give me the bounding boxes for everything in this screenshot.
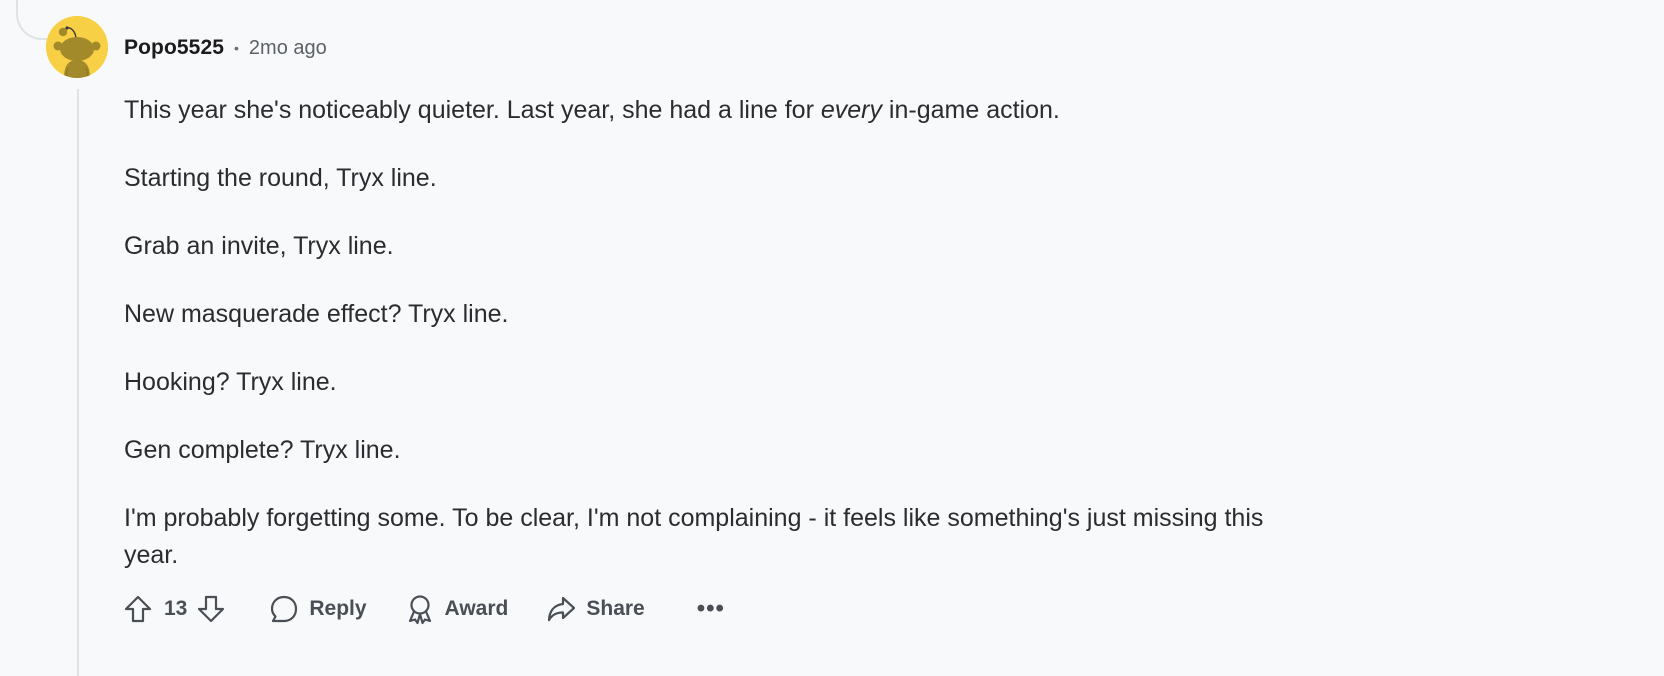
avatar[interactable] [46, 16, 108, 78]
paragraph-1-text-a: This year she's noticeably quieter. Last… [124, 96, 821, 124]
paragraph-2: Starting the round, Tryx line. [124, 164, 437, 192]
comment-body: This year she's noticeably quieter. Last… [124, 92, 1284, 574]
comment: Popo5525 • 2mo ago This year she's notic… [0, 0, 1664, 676]
share-label: Share [586, 597, 645, 620]
arrow-down-outline-icon [198, 595, 225, 623]
paragraph-1-emphasis: every [820, 96, 882, 124]
paragraph-6: Gen complete? Tryx line. [124, 436, 401, 464]
vote-count: 13 [164, 597, 188, 620]
upvote-button[interactable] [118, 589, 158, 629]
paragraph-5: Hooking? Tryx line. [124, 368, 337, 396]
speech-bubble-icon [267, 592, 301, 626]
award-button[interactable]: Award [403, 592, 509, 626]
action-bar: 13 Reply Award Share ••• [118, 589, 725, 629]
thread-connector [16, 0, 50, 40]
timestamp[interactable]: 2mo ago [249, 37, 327, 60]
reply-label: Reply [309, 597, 367, 620]
ribbon-award-icon [403, 592, 437, 626]
paragraph-7: I'm probably forgetting some. To be clea… [124, 504, 1264, 569]
arrow-up-outline-icon [124, 595, 152, 623]
thread-line[interactable] [77, 89, 79, 676]
paragraph-4: New masquerade effect? Tryx line. [124, 300, 509, 328]
username-link[interactable]: Popo5525 [124, 36, 224, 60]
snoo-avatar-icon [46, 16, 108, 78]
paragraph-1-text-b: in-game action. [881, 96, 1060, 124]
paragraph-3: Grab an invite, Tryx line. [124, 232, 394, 260]
reply-button[interactable]: Reply [267, 592, 367, 626]
downvote-button[interactable] [191, 589, 231, 629]
paragraph-1: This year she's noticeably quieter. Last… [124, 92, 1284, 129]
more-options-button[interactable]: ••• [697, 597, 725, 621]
share-button[interactable]: Share [544, 592, 645, 626]
comment-header: Popo5525 • 2mo ago [124, 36, 327, 60]
share-arrow-icon [544, 592, 578, 626]
meta-separator: • [234, 40, 239, 56]
award-label: Award [444, 597, 509, 620]
